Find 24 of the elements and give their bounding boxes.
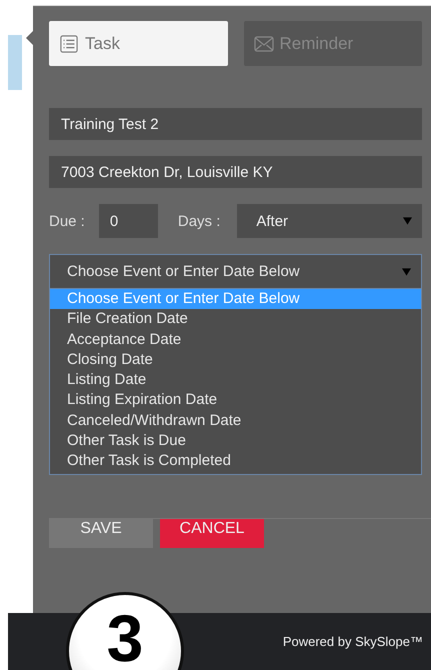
save-button[interactable]: SAVE bbox=[49, 518, 153, 548]
dropdown-option[interactable]: Listing Date bbox=[50, 370, 421, 390]
caret-icon bbox=[402, 268, 411, 276]
list-icon bbox=[59, 34, 79, 52]
tab[interactable]: Task bbox=[49, 21, 228, 66]
envelope-icon bbox=[254, 34, 274, 52]
relation-dropdown[interactable]: After bbox=[237, 204, 422, 238]
dropdown-option[interactable]: Acceptance Date bbox=[50, 330, 421, 350]
background-fragment bbox=[8, 35, 22, 90]
dropdown-option[interactable]: Listing Expiration Date bbox=[50, 390, 421, 411]
days-label: Days : bbox=[178, 212, 220, 230]
dropdown-option[interactable]: Closing Date bbox=[50, 350, 421, 370]
text-field[interactable]: Training Test 2 bbox=[49, 108, 422, 140]
dropdown-option[interactable]: File Creation Date bbox=[50, 309, 421, 330]
caret-icon bbox=[403, 217, 412, 225]
dropdown-option[interactable]: Other Task is Due bbox=[50, 431, 421, 452]
text-field[interactable]: 7003 Creekton Dr, Louisville KY bbox=[49, 156, 422, 188]
event-dropdown[interactable]: Choose Event or Enter Date Below bbox=[49, 254, 422, 289]
footer-text: Powered by SkySlope™ bbox=[282, 634, 423, 649]
dropdown-option[interactable]: Canceled/Withdrawn Date bbox=[50, 410, 421, 432]
due-label: Due : bbox=[49, 212, 85, 230]
days-input[interactable]: 0 bbox=[98, 204, 158, 238]
cancel-button[interactable]: CANCEL bbox=[160, 518, 264, 548]
dropdown-option[interactable]: Other Task is Completed bbox=[50, 451, 421, 472]
